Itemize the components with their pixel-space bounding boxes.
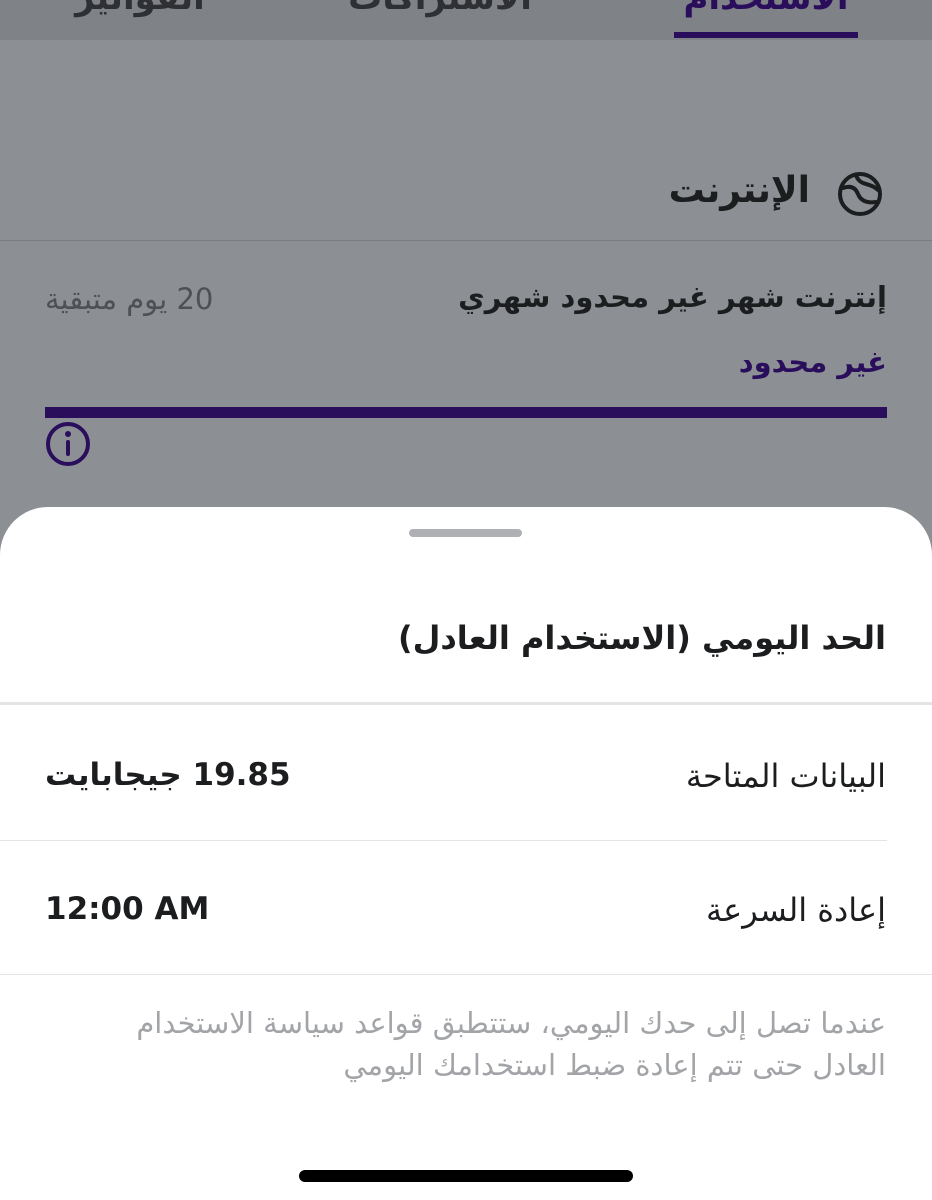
divider: [0, 974, 932, 975]
daily-limit-sheet: الحد اليومي (الاستخدام العادل) البيانات …: [0, 507, 932, 1200]
available-data-row: البيانات المتاحة 19.85 جيجابايت: [0, 707, 932, 841]
plan-allowance: غير محدود: [738, 345, 887, 379]
plan-name: إنترنت شهر غير محدود شهري: [458, 280, 887, 314]
internet-section-header: الإنترنت: [0, 140, 932, 241]
divider: [0, 702, 932, 705]
available-data-label: البيانات المتاحة: [685, 757, 886, 795]
section-title: الإنترنت: [668, 170, 810, 211]
globe-icon: [836, 170, 884, 218]
tab-bills[interactable]: الفواتير: [20, 0, 260, 18]
speed-reset-value: 12:00 AM: [45, 891, 210, 927]
tab-usage[interactable]: الاستخدام: [646, 0, 886, 18]
tab-bar: الاستخدام الاشتراكات الفواتير: [0, 0, 932, 40]
home-indicator[interactable]: [299, 1170, 633, 1182]
active-tab-indicator: [674, 32, 858, 38]
info-icon[interactable]: [44, 420, 92, 468]
plan-days-remaining: 20 يوم متبقية: [45, 282, 214, 316]
tab-subscriptions[interactable]: الاشتراكات: [320, 0, 560, 18]
available-data-value: 19.85 جيجابايت: [45, 757, 291, 793]
speed-reset-label: إعادة السرعة: [705, 891, 886, 929]
speed-reset-row: إعادة السرعة 12:00 AM: [0, 841, 932, 975]
sheet-grabber[interactable]: [409, 529, 522, 537]
usage-progress-bar: [45, 407, 887, 418]
sheet-title: الحد اليومي (الاستخدام العادل): [397, 619, 886, 657]
fair-use-note: عندما تصل إلى حدك اليومي، ستتطبق قواعد س…: [136, 1006, 886, 1082]
